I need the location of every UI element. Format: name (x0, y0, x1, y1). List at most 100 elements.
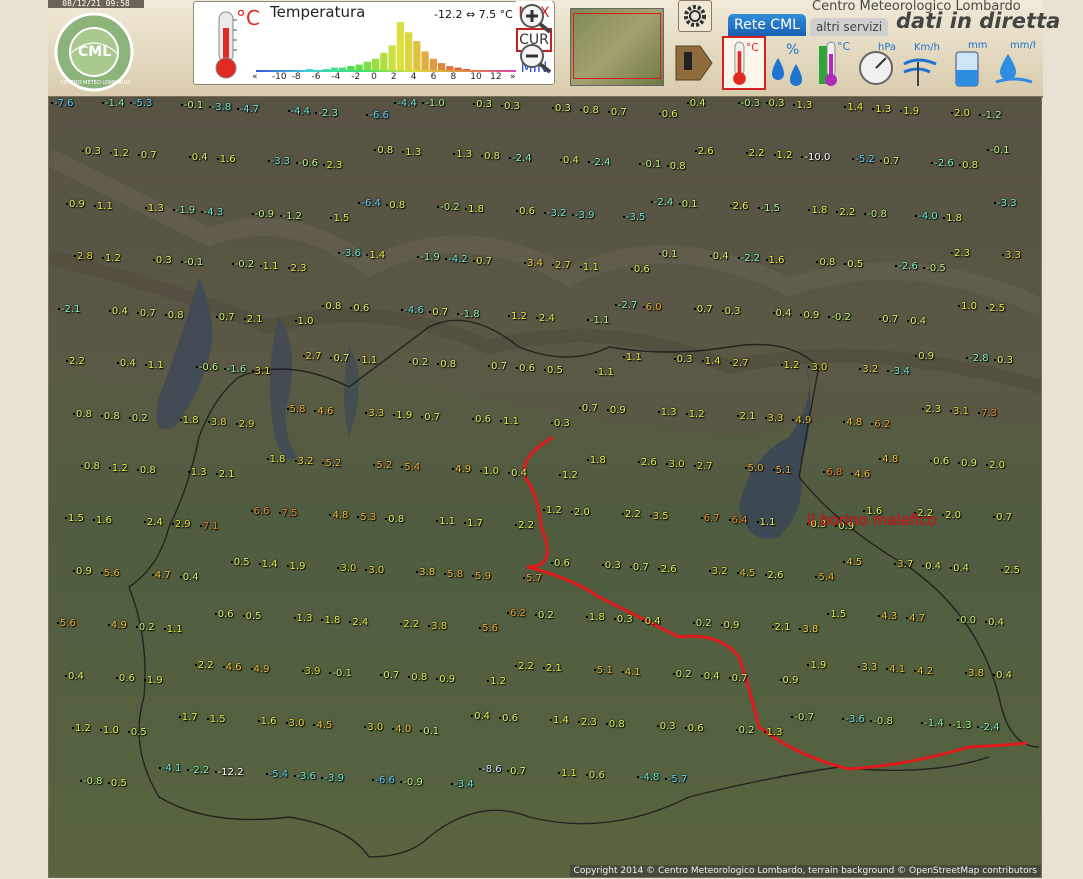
station-reading[interactable]: 0.8 (385, 515, 404, 525)
station-reading[interactable]: 0.8 (481, 152, 500, 162)
station-reading[interactable]: 3.1 (950, 406, 969, 417)
station-reading[interactable]: 0.1 (678, 199, 698, 210)
station-reading[interactable]: 0.8 (579, 106, 599, 116)
station-reading[interactable]: 2.0 (986, 461, 1005, 471)
back-arrow-icon[interactable] (670, 38, 716, 88)
station-reading[interactable]: 1.2 (108, 464, 128, 474)
station-reading[interactable]: -1.0 (422, 99, 445, 109)
station-reading[interactable]: 0.7 (136, 308, 156, 319)
station-reading[interactable]: -0.8 (80, 776, 103, 787)
station-reading[interactable]: 0.3 (552, 104, 571, 114)
station-reading[interactable]: 5.9 (472, 571, 491, 582)
station-reading[interactable]: 0.1 (658, 250, 678, 260)
station-reading[interactable]: 0.7 (728, 673, 748, 684)
station-reading[interactable]: 4.6 (851, 470, 870, 480)
station-reading[interactable]: -7.6 (51, 99, 74, 109)
station-reading[interactable]: 2.3 (922, 404, 941, 415)
station-reading[interactable]: 2.7 (552, 261, 571, 271)
station-reading[interactable]: 1.9 (286, 561, 305, 572)
station-reading[interactable]: 3.2 (708, 566, 728, 577)
station-reading[interactable]: 1.3 (872, 105, 891, 115)
station-reading[interactable]: 0.8 (100, 411, 120, 422)
station-reading[interactable]: -2.3 (315, 109, 338, 119)
temperature-map[interactable]: -7.6 -1.4 -5.3 -0.1 -3.8 -4.7 -4.4 -2.3 -6.6 -4.4… (48, 96, 1042, 878)
rain-gauge-icon[interactable]: mm (946, 36, 990, 90)
station-reading[interactable]: 2.3 (577, 718, 597, 728)
station-reading[interactable]: 3.0 (364, 723, 383, 733)
station-reading[interactable]: 0.4 (985, 618, 1004, 628)
station-reading[interactable]: 2.6 (637, 458, 657, 468)
station-reading[interactable]: 1.2 (487, 676, 506, 687)
station-reading[interactable]: 0.7 (993, 513, 1012, 523)
station-reading[interactable]: 2.2 (745, 149, 765, 159)
station-reading[interactable]: -4.0 (915, 211, 938, 222)
station-reading[interactable]: 4.6 (222, 662, 242, 673)
station-reading[interactable]: 1.6 (92, 516, 112, 526)
station-reading[interactable]: 2.5 (986, 303, 1005, 314)
station-reading[interactable]: 5.0 (744, 464, 764, 474)
station-reading[interactable]: 0.9 (436, 674, 455, 685)
station-reading[interactable]: -2.7 (614, 300, 637, 311)
station-reading[interactable]: 2.6 (729, 201, 749, 212)
station-reading[interactable]: 0.6 (585, 770, 605, 781)
station-reading[interactable]: 0.7 (578, 403, 598, 414)
station-reading[interactable]: 3.8 (207, 417, 227, 428)
station-reading[interactable]: -4.4 (287, 107, 310, 117)
station-reading[interactable]: 1.8 (808, 205, 827, 216)
station-reading[interactable]: 0.6 (930, 457, 949, 467)
station-reading[interactable]: 1.7 (178, 713, 198, 723)
station-reading[interactable]: 1.1 (558, 768, 577, 779)
station-reading[interactable]: 0.9 (779, 675, 798, 686)
station-reading[interactable]: 0.7 (693, 304, 713, 315)
station-reading[interactable]: 7.1 (199, 522, 219, 532)
station-reading[interactable]: -1.8 (457, 309, 480, 320)
station-reading[interactable]: 3.0 (337, 563, 356, 574)
station-reading[interactable]: 0.6 (214, 610, 234, 620)
station-reading[interactable]: 1.8 (585, 613, 605, 623)
station-reading[interactable]: -1.9 (417, 253, 440, 263)
station-reading[interactable]: -2.8 (966, 354, 989, 364)
station-reading[interactable]: -8.6 (479, 764, 502, 775)
station-reading[interactable]: -0.6 (295, 159, 318, 169)
station-reading[interactable]: -1.5 (757, 203, 780, 214)
station-reading[interactable]: 0.4 (922, 561, 941, 572)
zoom-in-icon[interactable] (518, 2, 554, 34)
station-reading[interactable]: 5.7 (523, 573, 542, 584)
station-reading[interactable]: 0.6 (350, 303, 369, 314)
station-reading[interactable]: 1.9 (900, 107, 919, 117)
tab-rete-cml[interactable]: Rete CML (728, 14, 806, 36)
station-reading[interactable]: 5.4 (401, 463, 420, 473)
station-reading[interactable]: 2.2 (621, 510, 641, 520)
station-reading[interactable]: 7.5 (278, 509, 297, 519)
station-reading[interactable]: 1.3 (187, 468, 207, 478)
station-reading[interactable]: 1.6 (257, 717, 277, 727)
station-reading[interactable]: 6.6 (250, 507, 270, 517)
station-reading[interactable]: -1.2 (279, 211, 302, 222)
station-reading[interactable]: 2.9 (235, 419, 255, 430)
station-reading[interactable]: 1.8 (943, 213, 962, 224)
station-reading[interactable]: -3.6 (293, 771, 316, 782)
station-reading[interactable]: -0.9 (400, 777, 423, 788)
station-reading[interactable]: 1.1 (622, 353, 642, 363)
station-reading[interactable]: -0.2 (828, 312, 851, 323)
station-reading[interactable]: 4.8 (843, 417, 862, 428)
station-reading[interactable]: 1.6 (216, 155, 236, 165)
station-reading[interactable]: -3.6 (338, 249, 361, 259)
station-reading[interactable]: 0.9 (73, 566, 92, 577)
station-reading[interactable]: 3.0 (665, 460, 685, 470)
station-reading[interactable]: 2.7 (302, 352, 321, 362)
station-reading[interactable]: 2.1 (243, 314, 263, 325)
station-reading[interactable]: 0.4 (950, 563, 969, 574)
station-reading[interactable]: 5.2 (373, 461, 392, 471)
station-reading[interactable]: 4.3 (878, 612, 897, 622)
station-reading[interactable]: 1.4 (701, 357, 721, 367)
station-reading[interactable]: -2.4 (587, 158, 610, 168)
station-reading[interactable]: 0.3 (473, 100, 492, 110)
station-reading[interactable]: 0.8 (136, 466, 156, 476)
station-reading[interactable]: -2.6 (895, 262, 918, 272)
station-reading[interactable]: 1.2 (685, 409, 705, 420)
station-reading[interactable]: 4.7 (906, 614, 925, 624)
station-reading[interactable]: -6.6 (372, 775, 395, 786)
station-reading[interactable]: 0.7 (137, 151, 157, 161)
station-reading[interactable]: 0.7 (607, 108, 627, 118)
